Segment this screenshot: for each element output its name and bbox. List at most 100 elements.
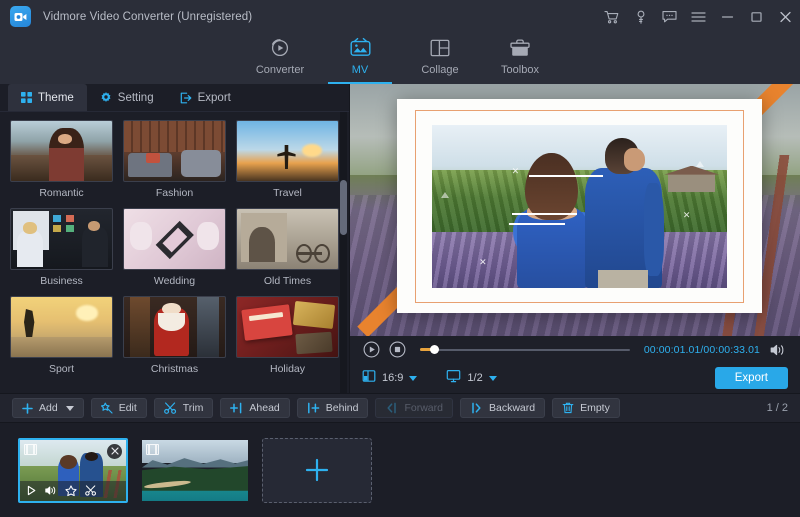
maximize-icon[interactable]: [742, 0, 771, 33]
tab-export-label: Export: [198, 92, 231, 104]
nav-toolbox[interactable]: Toolbox: [480, 33, 560, 84]
panel-tabs: Theme Setting Export: [0, 84, 349, 112]
main-content: Theme Setting Export: [0, 84, 800, 393]
nav-converter-label: Converter: [256, 64, 304, 76]
theme-business[interactable]: Business: [10, 208, 113, 288]
app-title: Vidmore Video Converter (Unregistered): [43, 11, 252, 23]
theme-thumbnail: [236, 208, 339, 270]
theme-romantic[interactable]: Romantic: [10, 120, 113, 200]
theme-old-times[interactable]: Old Times: [236, 208, 339, 288]
tab-export[interactable]: Export: [167, 84, 244, 111]
left-panel: Theme Setting Export: [0, 84, 350, 393]
theme-thumbnail: [123, 120, 226, 182]
move-forward-icon: [385, 402, 398, 414]
aspect-ratio-value: 16:9: [382, 372, 403, 384]
theme-thumbnail: [10, 208, 113, 270]
clip-volume-icon[interactable]: [45, 485, 57, 496]
theme-fashion[interactable]: Fashion: [123, 120, 226, 200]
chevron-down-icon[interactable]: [489, 376, 497, 381]
theme-wedding[interactable]: Wedding: [123, 208, 226, 288]
theme-christmas[interactable]: Christmas: [123, 296, 226, 376]
tab-theme[interactable]: Theme: [8, 84, 87, 111]
clip-tools: [20, 481, 126, 501]
add-media-slot[interactable]: [262, 438, 372, 503]
theme-label: Old Times: [236, 275, 339, 288]
converter-icon: [269, 35, 291, 61]
theme-thumbnail: [123, 296, 226, 358]
main-navigation: Converter MV Collage: [0, 33, 800, 84]
timeline-clip-2[interactable]: [140, 438, 250, 503]
nav-toolbox-label: Toolbox: [501, 64, 539, 76]
theme-label: Fashion: [123, 187, 226, 200]
titlebar-buttons: [597, 0, 800, 33]
player-controls: 00:00:01.01/00:00:33.01: [350, 336, 800, 363]
theme-label: Romantic: [10, 187, 113, 200]
volume-icon[interactable]: [768, 341, 788, 359]
nav-mv[interactable]: MV: [320, 33, 400, 84]
theme-thumbnail: [236, 296, 339, 358]
seek-slider[interactable]: [420, 341, 630, 359]
clip-toolbar: Add Edit Trim Ahead: [0, 393, 800, 422]
theme-label: Christmas: [123, 363, 226, 376]
ahead-button[interactable]: Ahead: [220, 398, 289, 418]
trash-icon: [562, 402, 574, 414]
app-icon: [10, 6, 31, 27]
theme-scrollbar-track[interactable]: [340, 112, 347, 393]
preview-options: 16:9 1/2 Export: [350, 363, 800, 393]
caption-line-top: [529, 175, 603, 177]
media-type-icon: [146, 444, 159, 455]
time-display: 00:00:01.01/00:00:33.01: [644, 344, 760, 356]
cart-icon[interactable]: [597, 0, 626, 33]
forward-button: Forward: [375, 398, 453, 418]
forward-label: Forward: [404, 402, 443, 414]
theme-scrollbar-thumb[interactable]: [340, 180, 347, 235]
ahead-label: Ahead: [249, 402, 279, 414]
stop-button[interactable]: [388, 341, 406, 359]
menu-icon[interactable]: [684, 0, 713, 33]
key-icon[interactable]: [626, 0, 655, 33]
theme-holiday[interactable]: Holiday: [236, 296, 339, 376]
clip-timeline: [0, 422, 800, 517]
theme-travel[interactable]: Travel: [236, 120, 339, 200]
seek-handle[interactable]: [430, 345, 439, 354]
sparkle-triangle-2: [441, 192, 449, 198]
edit-button[interactable]: Edit: [91, 398, 147, 418]
photo-house: [668, 174, 715, 192]
backward-button[interactable]: Backward: [460, 398, 545, 418]
theme-sport[interactable]: Sport: [10, 296, 113, 376]
clip-trim-icon[interactable]: [85, 485, 97, 496]
add-label: Add: [39, 402, 58, 414]
theme-grid: Romantic Fashion Tra: [10, 120, 339, 376]
feedback-icon[interactable]: [655, 0, 684, 33]
add-button[interactable]: Add: [12, 398, 84, 418]
move-backward-icon: [470, 402, 483, 414]
export-button[interactable]: Export: [715, 367, 788, 389]
sparkle-x-2: ✕: [683, 211, 691, 220]
zoom-value: 1/2: [467, 372, 482, 384]
clip-play-icon[interactable]: [26, 485, 37, 496]
inner-photo: ✕ ✕ ✕: [432, 125, 727, 288]
zoom-selector[interactable]: 1/2: [446, 369, 496, 388]
photo-person-woman: [517, 153, 588, 288]
behind-button[interactable]: Behind: [297, 398, 369, 418]
chevron-down-icon[interactable]: [66, 406, 74, 411]
play-button[interactable]: [362, 341, 380, 359]
tab-setting[interactable]: Setting: [87, 84, 167, 111]
chevron-down-icon[interactable]: [409, 376, 417, 381]
minimize-icon[interactable]: [713, 0, 742, 33]
caption-line-bottom: [509, 223, 565, 225]
empty-button[interactable]: Empty: [552, 398, 620, 418]
caption-line-mid: [512, 213, 577, 215]
aspect-ratio-selector[interactable]: 16:9: [362, 369, 417, 388]
nav-collage[interactable]: Collage: [400, 33, 480, 84]
media-type-icon: [24, 444, 37, 455]
nav-converter[interactable]: Converter: [240, 33, 320, 84]
video-preview[interactable]: ✕ ✕ ✕: [350, 84, 800, 336]
clip-effects-icon[interactable]: [65, 485, 77, 497]
timeline-clip-1[interactable]: [18, 438, 128, 503]
backward-label: Backward: [489, 402, 535, 414]
trim-button[interactable]: Trim: [154, 398, 214, 418]
clip-remove-button[interactable]: [107, 444, 122, 459]
theme-list: Romantic Fashion Tra: [0, 112, 349, 393]
close-icon[interactable]: [771, 0, 800, 33]
